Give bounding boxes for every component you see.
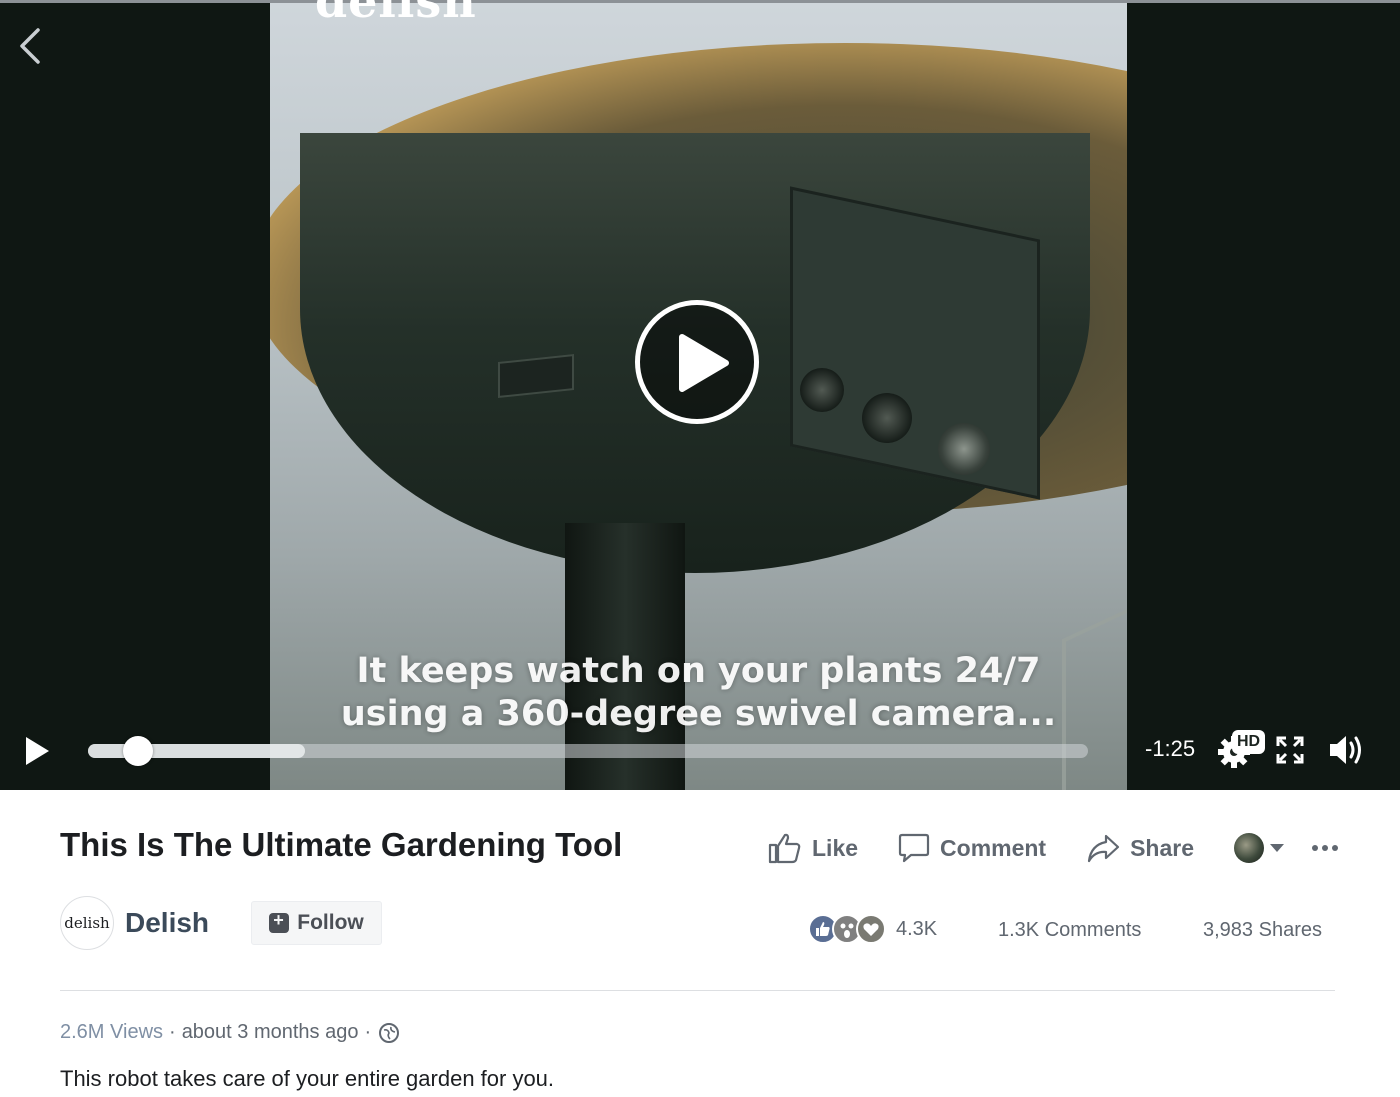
video-title: This Is The Ultimate Gardening Tool [60, 826, 623, 863]
video-caption-line: using a 360-degree swivel camera... [340, 694, 1057, 734]
volume-icon[interactable] [1327, 732, 1367, 768]
time-remaining: -1:25 [1145, 736, 1196, 761]
video-player[interactable]: delish It keeps watch on your plants 24/… [0, 0, 1400, 790]
video-caption-line: It keeps watch on your plants 24/7 [356, 651, 1041, 691]
progress-buffered [88, 744, 305, 758]
post-meta: 2.6M Views · about 3 months ago · [60, 1021, 400, 1044]
divider [60, 990, 1335, 991]
share-button[interactable]: Share [1086, 833, 1194, 863]
video-watermark: delish [315, 0, 477, 28]
video-scene-lens [800, 368, 844, 412]
comment-icon [898, 833, 930, 863]
follow-label: Follow [297, 911, 364, 934]
video-scene-lens [862, 393, 912, 443]
caret-down-icon [1270, 844, 1285, 852]
like-label: Like [812, 834, 859, 861]
like-button[interactable]: Like [768, 832, 858, 864]
dot [1322, 845, 1329, 851]
video-caption: It keeps watch on your plants 24/7 using… [270, 650, 1127, 736]
profile-avatar [1234, 833, 1265, 863]
follow-button[interactable]: Follow [251, 901, 382, 945]
share-icon [1087, 834, 1120, 863]
video-description: This robot takes care of your entire gar… [60, 1066, 555, 1091]
reactions-count: 4.3K [896, 917, 938, 940]
progress-bar[interactable] [88, 736, 1088, 766]
progress-scrubber[interactable] [123, 736, 153, 766]
page-name-link[interactable]: Delish [125, 907, 209, 939]
more-options-icon[interactable] [1312, 845, 1342, 851]
action-bar: Like Comment Share [768, 828, 1342, 868]
meta-separator: · [364, 1021, 372, 1043]
follow-icon [269, 910, 290, 933]
post-timestamp[interactable]: about 3 months ago [182, 1021, 359, 1044]
dot [1312, 845, 1319, 851]
globe-icon [379, 1022, 400, 1043]
meta-separator: · [169, 1021, 176, 1043]
play-button[interactable] [22, 734, 52, 768]
big-play-button[interactable] [635, 300, 759, 424]
shares-count-link[interactable]: 3,983 Shares [1203, 919, 1322, 942]
reactions-summary[interactable]: 4.3K [808, 914, 937, 944]
video-scene-lens [938, 423, 990, 475]
play-icon [26, 737, 49, 765]
hd-badge: HD [1232, 730, 1266, 754]
back-arrow-icon[interactable] [14, 26, 46, 66]
comment-button[interactable]: Comment [898, 832, 1046, 864]
fullscreen-icon[interactable] [1276, 736, 1304, 764]
love-reaction-icon [856, 914, 886, 944]
share-label: Share [1130, 834, 1195, 861]
video-scene-camera-panel [790, 186, 1040, 500]
comment-label: Comment [940, 834, 1047, 861]
dot [1332, 845, 1339, 851]
audience-selector[interactable] [1234, 833, 1285, 863]
comments-count-link[interactable]: 1.3K Comments [998, 919, 1141, 942]
thumbs-up-icon [768, 833, 801, 864]
page-avatar[interactable]: delish [60, 896, 114, 950]
views-count: 2.6M Views [60, 1021, 164, 1043]
play-icon [679, 334, 729, 392]
